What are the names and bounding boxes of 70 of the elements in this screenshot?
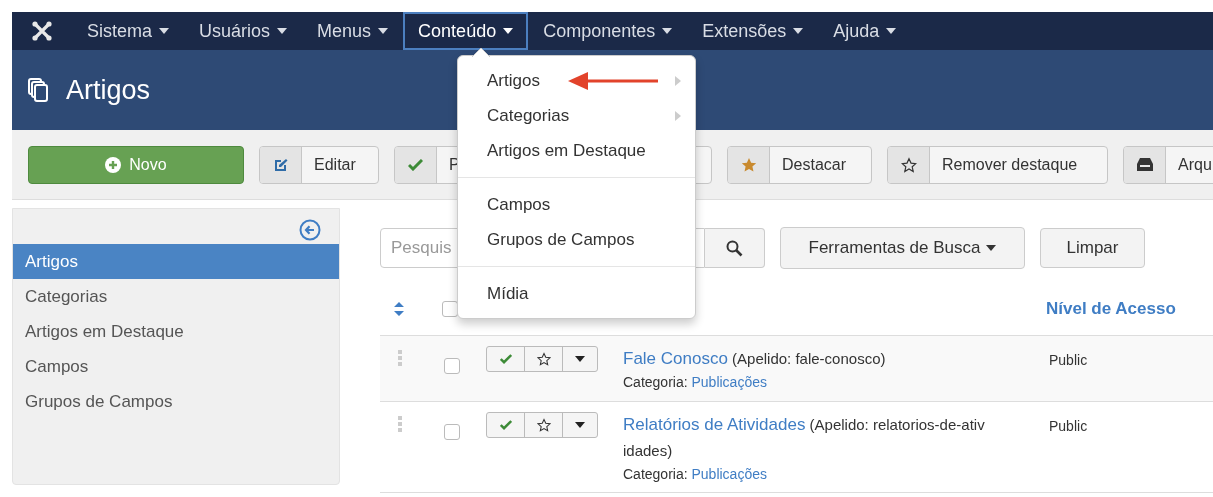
sidebar-item[interactable]: Grupos de Campos (13, 384, 339, 419)
page-title: Artigos (66, 73, 151, 107)
checkbox[interactable] (444, 358, 460, 374)
access-level: Public (1049, 351, 1088, 370)
caret-icon (503, 28, 514, 34)
sidebar-item[interactable]: Artigos (13, 244, 339, 279)
logo-icon[interactable] (32, 21, 52, 41)
category-link[interactable]: Publicações (691, 466, 767, 482)
toolbar-button[interactable]: Arqu (1123, 145, 1213, 184)
category-line: Categoria: Publicações (623, 373, 768, 392)
article-link[interactable]: Relatórios de Atividades (623, 415, 806, 434)
category-link[interactable]: Publicações (691, 374, 767, 390)
check-icon (499, 354, 512, 364)
category-line: Categoria: Publicações (623, 465, 768, 484)
dropdown-item[interactable]: Artigos (458, 63, 695, 98)
check-icon (499, 420, 512, 430)
search-icon (726, 239, 743, 257)
copy-icon (28, 78, 48, 102)
access-level: Public (1049, 417, 1088, 436)
column-header[interactable]: Nível de Acesso (1046, 295, 1176, 322)
menu-item[interactable]: Conteúdo (403, 12, 529, 50)
sidebar-item[interactable]: Categorias (13, 279, 339, 314)
caret-icon (575, 356, 585, 362)
clear-button[interactable]: Limpar (1040, 228, 1145, 268)
plus-circle-icon (105, 156, 122, 173)
menu-item[interactable]: Componentes (528, 12, 688, 50)
check-icon (408, 158, 423, 171)
drag-handle-icon[interactable] (398, 416, 402, 432)
caret-icon (886, 28, 897, 34)
archive-icon (1136, 158, 1153, 171)
caret-icon (662, 28, 673, 34)
action-button-group[interactable] (486, 412, 598, 438)
caret-icon (575, 422, 585, 428)
star-icon (740, 156, 757, 173)
search-tools-button[interactable]: Ferramentas de Busca (780, 227, 1025, 269)
sidebar-item[interactable]: Campos (13, 349, 339, 384)
menu-item[interactable]: Usuários (184, 12, 303, 50)
toolbar-button[interactable]: Destacar (727, 145, 872, 184)
sort-icon[interactable] (394, 301, 404, 316)
dropdown-item[interactable]: Categorias (458, 98, 695, 133)
menu-item[interactable]: Ajuda (818, 12, 912, 50)
menu-item[interactable]: Extensões (687, 12, 819, 50)
dropdown-item[interactable]: Mídia (458, 276, 695, 311)
search-button[interactable] (705, 228, 765, 268)
action-button-group[interactable] (486, 346, 598, 372)
menu-item[interactable]: Sistema (72, 12, 185, 50)
submenu-arrow-icon (675, 75, 681, 86)
dropdown-item[interactable]: Grupos de Campos (458, 222, 695, 257)
caret-icon (159, 28, 170, 34)
caret-icon (986, 245, 997, 251)
sidebar-item[interactable]: Artigos em Destaque (13, 314, 339, 349)
checkbox[interactable] (444, 424, 460, 440)
toolbar-button[interactable]: Remover destaque (887, 145, 1108, 184)
article-title-line: Relatórios de Atividades (Apelido: relatorios-de-atividades) (623, 414, 985, 461)
star-outline-icon (536, 352, 551, 366)
article-link[interactable]: Fale Conosco (623, 349, 728, 368)
menu-item[interactable]: Menus (302, 12, 404, 50)
caret-icon (378, 28, 389, 34)
star-outline-icon (536, 418, 551, 432)
dropdown-item[interactable]: Artigos em Destaque (458, 133, 695, 168)
caret-icon (277, 28, 288, 34)
checkbox[interactable] (442, 300, 458, 317)
star-outline-icon (900, 156, 917, 173)
toolbar-button[interactable]: Editar (259, 145, 379, 184)
drag-handle-icon[interactable] (398, 350, 402, 366)
submenu-arrow-icon (675, 110, 681, 121)
caret-icon (793, 28, 804, 34)
article-title-line: Fale Conosco (Apelido: fale-conosco) (623, 348, 887, 370)
dropdown-item[interactable]: Campos (458, 187, 695, 222)
edit-icon (273, 157, 288, 172)
